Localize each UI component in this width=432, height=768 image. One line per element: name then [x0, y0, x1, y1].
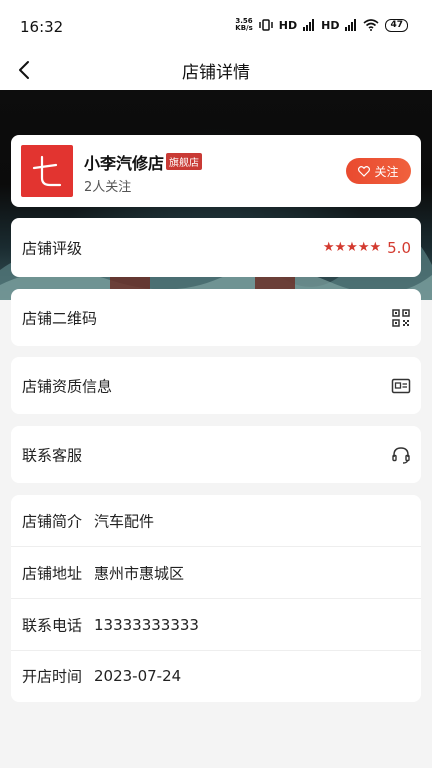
- intro-label: 店铺简介: [22, 512, 83, 530]
- nav-bar: 店铺详情: [0, 52, 432, 90]
- signal-1-label: HD: [278, 18, 298, 32]
- open-date-value: 2023-07-24: [94, 667, 182, 685]
- shop-name: 小李汽修店: [84, 154, 165, 173]
- page-title: 店铺详情: [182, 63, 250, 83]
- info-row-address: 店铺地址 惠州市惠城区: [11, 547, 421, 599]
- rating-display: ★★★★★ 5.0: [323, 239, 411, 257]
- shop-rating-row: 店铺评级 ★★★★★ 5.0: [11, 218, 421, 277]
- wifi-icon: [363, 19, 379, 31]
- signal-2-label: HD: [321, 18, 340, 32]
- network-speed: 3.56 KB/s: [235, 18, 252, 32]
- qr-code-icon: [392, 308, 410, 327]
- rating-label: 店铺评级: [22, 239, 83, 257]
- rating-value: 5.0: [387, 238, 411, 257]
- contact-service-row[interactable]: 联系客服: [11, 426, 421, 483]
- status-bar: 16:32 3.56 KB/s HD HD 47: [0, 0, 432, 52]
- follow-label: 关注: [374, 164, 399, 179]
- shop-qr-code-row[interactable]: 店铺二维码: [11, 289, 421, 346]
- heart-icon: [358, 165, 371, 177]
- info-row-phone: 联系电话 13333333333: [11, 599, 421, 651]
- vibrate-icon: [259, 19, 273, 31]
- open-date-label: 开店时间: [22, 667, 83, 686]
- network-speed-unit: KB/s: [235, 24, 253, 32]
- contact-service-label: 联系客服: [22, 446, 83, 464]
- shop-qualification-row[interactable]: 店铺资质信息: [11, 357, 421, 414]
- follower-count: 2人关注: [84, 180, 132, 195]
- follow-button[interactable]: 关注: [346, 158, 411, 184]
- battery-indicator: 47: [385, 18, 408, 32]
- signal-2-icon: [345, 19, 357, 31]
- address-value: 惠州市惠城区: [94, 564, 185, 582]
- id-card-icon: [391, 378, 411, 393]
- status-icons: 3.56 KB/s HD HD 47: [235, 18, 408, 32]
- rating-stars: ★★★★★: [322, 240, 382, 255]
- qr-code-label: 店铺二维码: [22, 309, 98, 327]
- info-row-open-date: 开店时间 2023-07-24: [11, 650, 421, 702]
- flagship-badge: 旗舰店: [166, 153, 202, 170]
- signal-1-icon: [303, 19, 315, 31]
- shop-card: 小李汽修店 旗舰店 2人关注 关注: [11, 135, 421, 207]
- intro-value: 汽车配件: [94, 512, 155, 530]
- status-time: 16:32: [20, 18, 64, 36]
- phone-value[interactable]: 13333333333: [94, 616, 199, 634]
- address-label: 店铺地址: [22, 564, 83, 582]
- phone-label: 联系电话: [22, 616, 83, 634]
- shop-logo-mark: [32, 155, 62, 187]
- info-row-intro: 店铺简介 汽车配件: [11, 495, 421, 547]
- headset-icon: [392, 446, 410, 464]
- shop-info-card: 店铺简介 汽车配件 店铺地址 惠州市惠城区 联系电话 13333333333 开…: [11, 495, 421, 702]
- shop-logo: [21, 145, 73, 197]
- qualification-label: 店铺资质信息: [22, 377, 113, 395]
